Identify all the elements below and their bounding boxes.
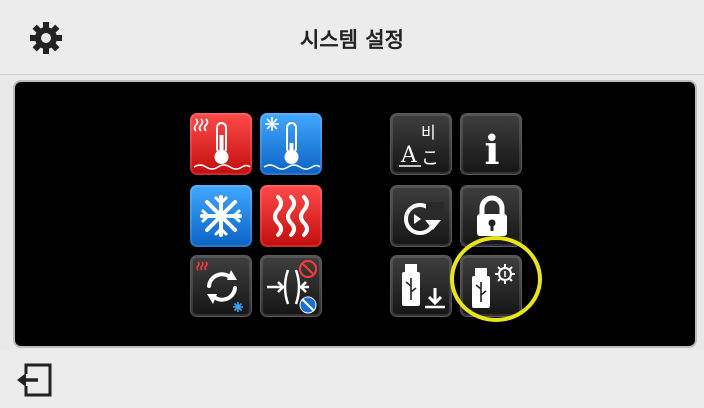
cooling-button[interactable]: [190, 185, 252, 247]
restore-button[interactable]: [390, 185, 452, 247]
info-glyph: i: [484, 127, 499, 174]
info-icon: i: [484, 127, 499, 174]
restore-icon: [404, 202, 444, 235]
valve-button[interactable]: [260, 255, 322, 317]
header-bar: 시스템 설정: [0, 0, 704, 75]
thermometer-cold-button[interactable]: [260, 113, 322, 175]
heating-button[interactable]: [260, 185, 322, 247]
page-title: 시스템 설정: [300, 28, 404, 52]
language-glyph-right: こ: [421, 148, 439, 169]
thermometer-heat-button[interactable]: [190, 113, 252, 175]
info-button[interactable]: i: [460, 113, 522, 175]
heat-cool-cycle-button[interactable]: [190, 255, 252, 317]
usb-download-button[interactable]: [390, 255, 452, 317]
footer-bar: [0, 350, 704, 408]
thermometer-heat-icon: [193, 118, 251, 170]
language-button[interactable]: 비 A こ: [390, 113, 452, 175]
snowflake-icon: [200, 195, 242, 237]
language-glyph-left: A: [400, 143, 418, 168]
thermometer-cold-icon: [263, 117, 321, 170]
usb-download-icon: [402, 264, 445, 309]
highlight-circle: [450, 236, 542, 322]
exit-icon[interactable]: [14, 360, 54, 400]
language-glyph-top: 비: [421, 123, 436, 142]
valve-compress-icon: [267, 260, 317, 314]
settings-panel: 비 A こ i: [13, 80, 697, 348]
language-icon: 비 A こ: [399, 123, 439, 169]
heat-cool-cycle-icon: [196, 261, 243, 312]
heat-waves-icon: [273, 195, 309, 237]
